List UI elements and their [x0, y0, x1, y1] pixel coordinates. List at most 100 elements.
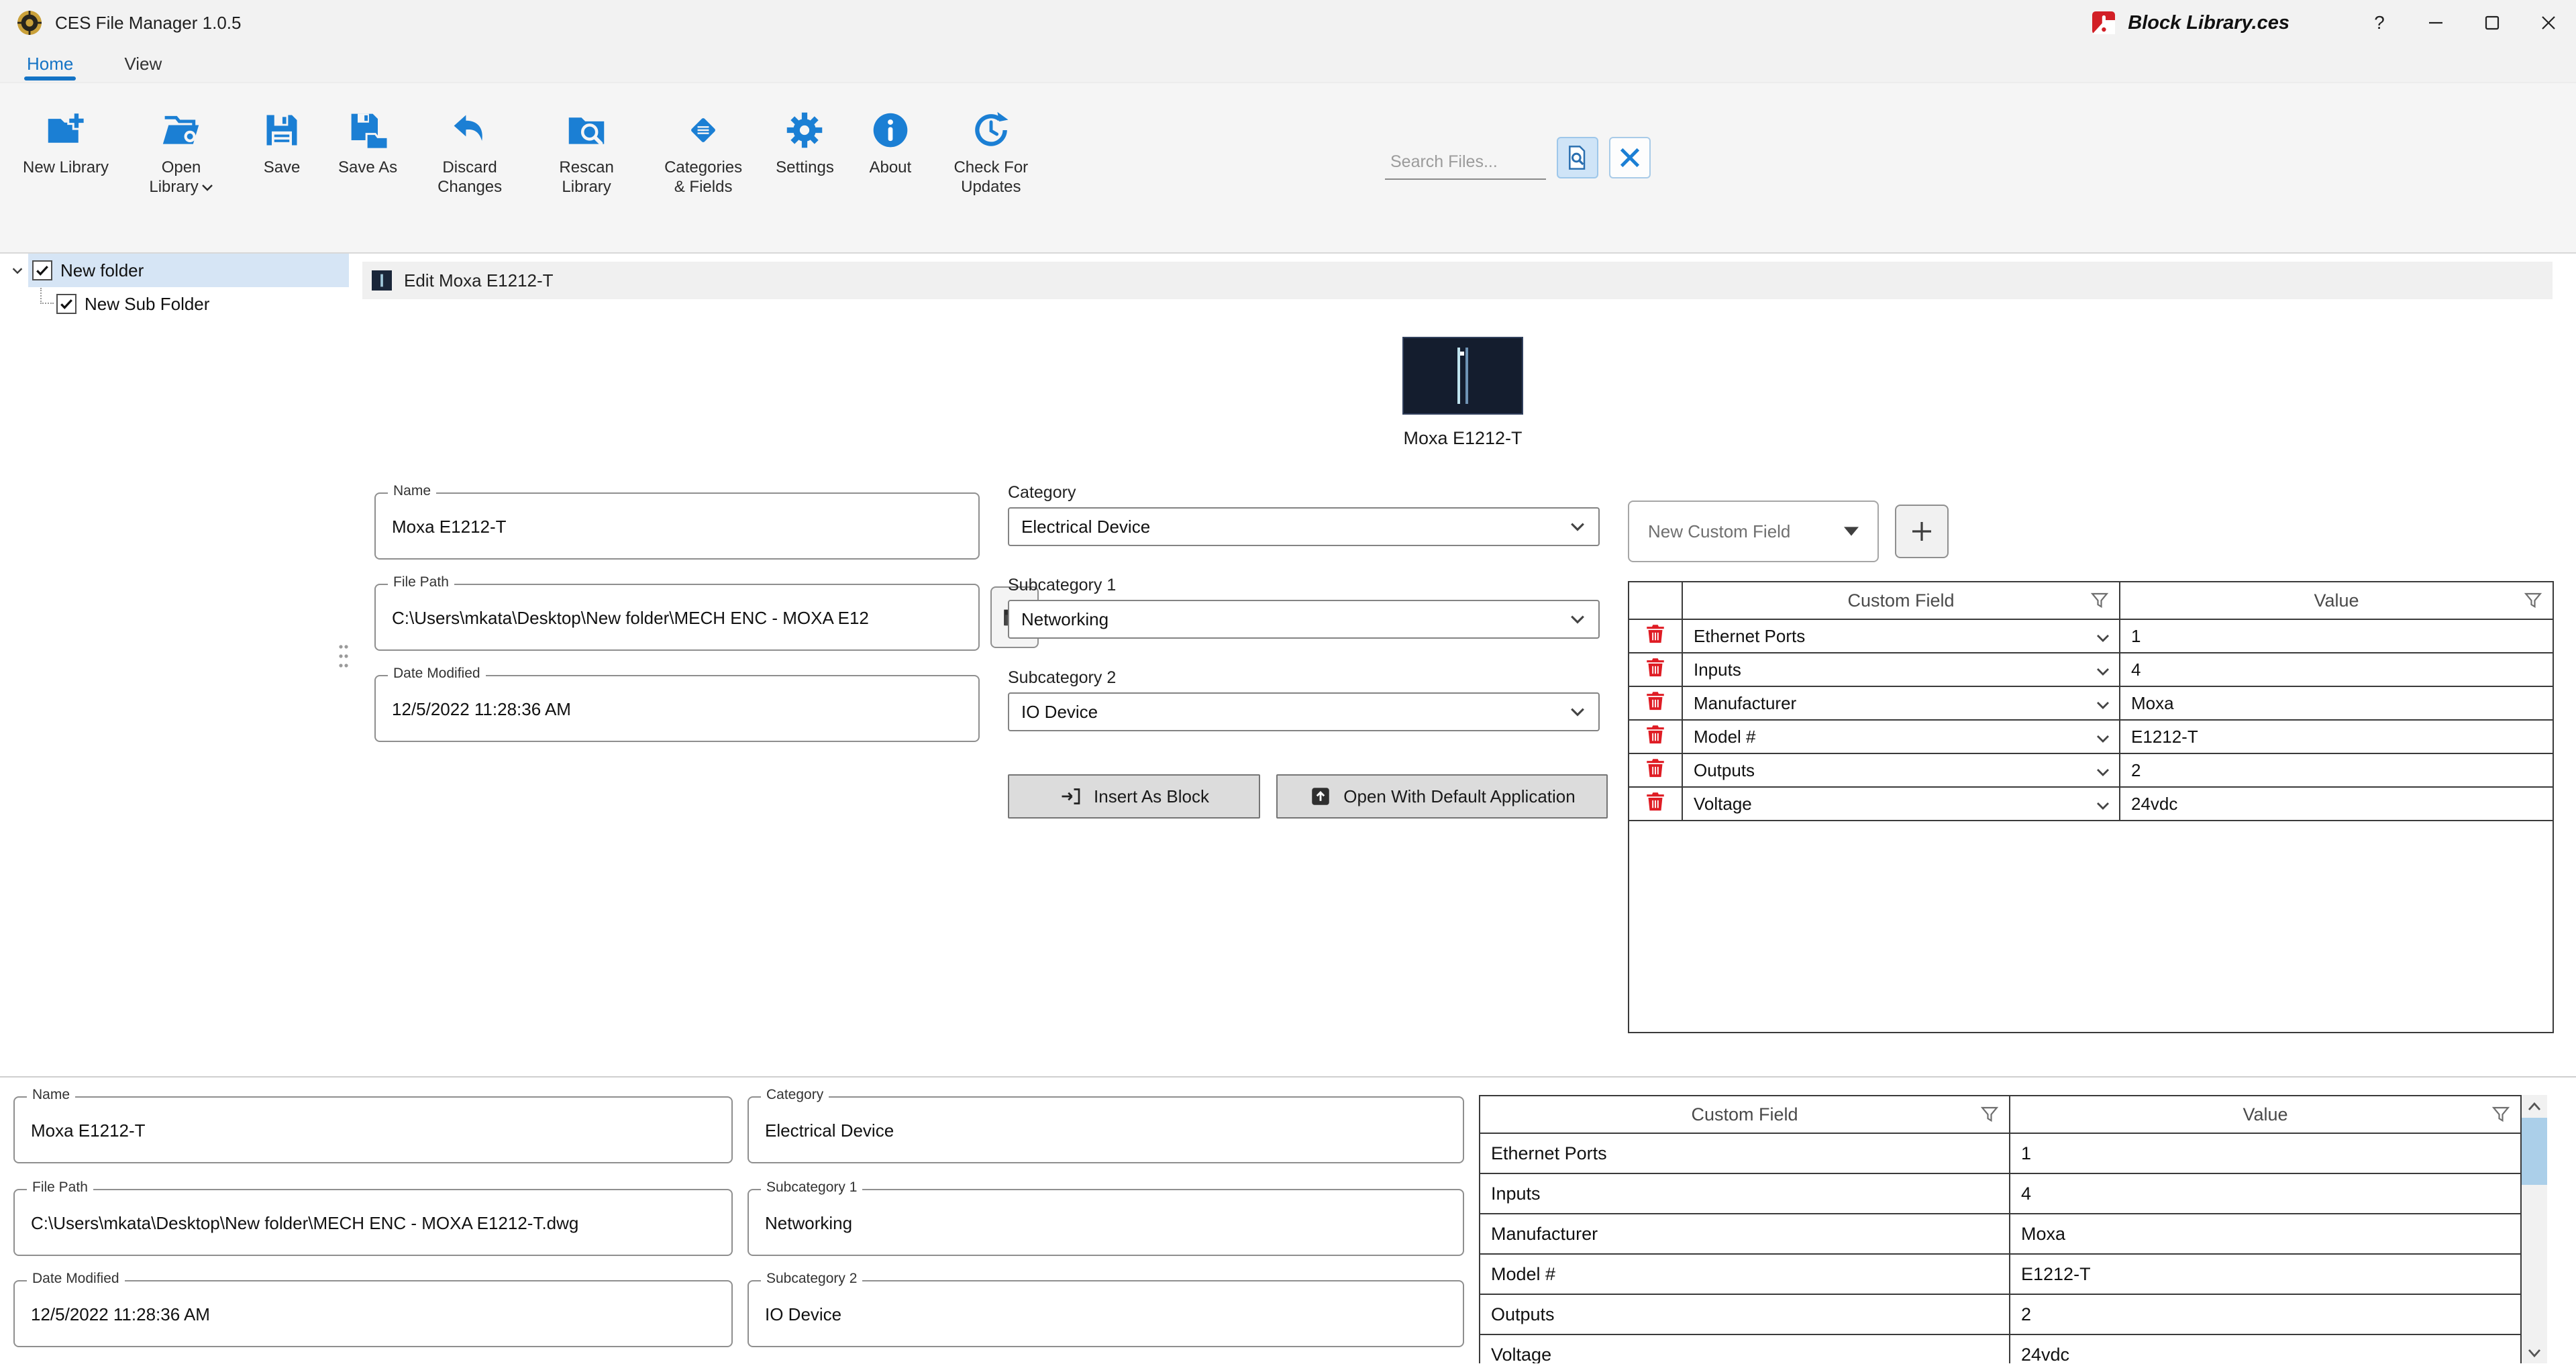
tree-item-new-folder[interactable]: New folder: [0, 254, 349, 287]
custom-field-select[interactable]: Model #: [1683, 721, 2120, 753]
chevron-down-icon: [1570, 707, 1585, 717]
toolbar-button-discard-changes[interactable]: Discard Changes: [416, 105, 523, 203]
toolbar-button-save-as[interactable]: Save As: [329, 105, 407, 183]
custom-field-select[interactable]: Voltage: [1683, 788, 2120, 820]
chevron-down-icon: [2096, 760, 2110, 781]
details-field-name[interactable]: Outputs: [1480, 1295, 2010, 1334]
details-name-field[interactable]: Name Moxa E1212-T: [13, 1096, 733, 1163]
details-field-value[interactable]: Moxa: [2010, 1214, 2520, 1253]
subcategory1-select[interactable]: Networking: [1008, 600, 1600, 639]
checkbox-checked[interactable]: [56, 294, 76, 314]
tab-home[interactable]: Home: [24, 46, 76, 82]
details-field-value[interactable]: 1: [2010, 1134, 2520, 1173]
library-name: Block Library.ces: [2128, 12, 2289, 34]
close-icon: [2540, 15, 2557, 31]
folder-tree-panel: New folderNew Sub Folder: [0, 254, 349, 1075]
custom-field-value[interactable]: Moxa: [2120, 687, 2553, 719]
search-input[interactable]: [1385, 145, 1546, 180]
custom-field-select[interactable]: Outputs: [1683, 754, 2120, 786]
details-field-value[interactable]: 2: [2010, 1295, 2520, 1334]
filter-icon[interactable]: [2491, 1104, 2511, 1124]
toolbar-button-about[interactable]: About: [853, 105, 928, 183]
delete-field-button[interactable]: [1629, 653, 1683, 686]
delete-field-button[interactable]: [1629, 788, 1683, 820]
chevron-down-icon: [1570, 522, 1585, 531]
block-preview-image[interactable]: [1402, 337, 1523, 415]
details-subcategory2-field[interactable]: Subcategory 2 IO Device: [748, 1280, 1464, 1347]
insert-as-block-button[interactable]: Insert As Block: [1008, 774, 1260, 819]
custom-field-select[interactable]: Inputs: [1683, 653, 2120, 686]
chevron-down-icon: [2096, 727, 2110, 747]
custom-field-column-header: Custom Field: [1683, 582, 2120, 619]
toolbar-button-label: Save As: [338, 158, 397, 178]
delete-field-button[interactable]: [1629, 754, 1683, 786]
minimize-button[interactable]: [2408, 0, 2464, 46]
toolbar-button-save[interactable]: Save: [244, 105, 319, 183]
details-category-field[interactable]: Category Electrical Device: [748, 1096, 1464, 1163]
details-field-name[interactable]: Voltage: [1480, 1335, 2010, 1363]
tab-view[interactable]: View: [121, 46, 164, 82]
open-with-default-label: Open With Default Application: [1343, 786, 1575, 807]
tree-item-new-sub-folder[interactable]: New Sub Folder: [0, 287, 349, 321]
details-date-modified-field[interactable]: Date Modified 12/5/2022 11:28:36 AM: [13, 1280, 733, 1347]
trash-icon: [1644, 622, 1667, 650]
toolbar-button-categories-fields[interactable]: Categories & Fields: [650, 105, 757, 203]
details-field-name[interactable]: Inputs: [1480, 1174, 2010, 1213]
help-button[interactable]: ?: [2351, 0, 2408, 46]
open-with-default-button[interactable]: Open With Default Application: [1276, 774, 1608, 819]
custom-field-value[interactable]: 24vdc: [2120, 788, 2553, 820]
clear-search-button[interactable]: [1609, 137, 1651, 178]
toolbar-button-new-library[interactable]: New Library: [13, 105, 118, 183]
name-field[interactable]: Name Moxa E1212-T: [374, 492, 980, 560]
details-field-value[interactable]: 4: [2010, 1174, 2520, 1213]
toolbar-button-settings[interactable]: Settings: [766, 105, 843, 183]
details-field-name[interactable]: Model #: [1480, 1255, 2010, 1294]
details-field-name[interactable]: Ethernet Ports: [1480, 1134, 2010, 1173]
date-modified-field[interactable]: Date Modified 12/5/2022 11:28:36 AM: [374, 675, 980, 742]
delete-field-button[interactable]: [1629, 620, 1683, 652]
details-vertical-scrollbar[interactable]: [2522, 1095, 2547, 1363]
editor-panel: Edit Moxa E1212-T Moxa E1212-T Name Moxa…: [349, 254, 2576, 1052]
details-subcategory1-field[interactable]: Subcategory 1 Networking: [748, 1189, 1464, 1256]
details-field-row: ManufacturerMoxa: [1480, 1214, 2520, 1255]
close-button[interactable]: [2520, 0, 2576, 46]
details-category-value: Electrical Device: [765, 1120, 1452, 1141]
caret-down-icon[interactable]: [7, 260, 28, 281]
add-custom-field-button[interactable]: [1895, 505, 1949, 558]
toolbar-button-open-library[interactable]: Open Library: [127, 105, 235, 203]
delete-field-button[interactable]: [1629, 687, 1683, 719]
dropdown-arrow-icon: [1844, 527, 1859, 536]
plus-icon: [1908, 518, 1935, 545]
category-select[interactable]: Electrical Device: [1008, 507, 1600, 546]
custom-field-value[interactable]: 4: [2120, 653, 2553, 686]
file-path-field[interactable]: File Path C:\Users\mkata\Desktop\New fol…: [374, 584, 980, 651]
scroll-up-arrow[interactable]: [2522, 1095, 2547, 1118]
splitter-handle[interactable]: [337, 641, 350, 671]
filter-icon[interactable]: [2523, 590, 2543, 611]
new-custom-field-combo[interactable]: New Custom Field: [1628, 501, 1879, 562]
custom-field-value[interactable]: 2: [2120, 754, 2553, 786]
details-file-path-field[interactable]: File Path C:\Users\mkata\Desktop\New fol…: [13, 1189, 733, 1256]
subcategory2-select[interactable]: IO Device: [1008, 692, 1600, 731]
filter-icon[interactable]: [1979, 1104, 2000, 1124]
settings-gear-icon: [784, 110, 825, 150]
custom-field-value[interactable]: 1: [2120, 620, 2553, 652]
details-field-row: Outputs2: [1480, 1295, 2520, 1335]
toolbar-button-check-for-updates[interactable]: Check For Updates: [937, 105, 1045, 203]
search-button[interactable]: [1557, 137, 1598, 178]
scroll-down-arrow[interactable]: [2522, 1342, 2547, 1363]
maximize-button[interactable]: [2464, 0, 2520, 46]
details-field-value[interactable]: E1212-T: [2010, 1255, 2520, 1294]
custom-field-select[interactable]: Manufacturer: [1683, 687, 2120, 719]
vscroll-thumb[interactable]: [2522, 1118, 2547, 1185]
filter-icon[interactable]: [2090, 590, 2110, 611]
details-field-value[interactable]: 24vdc: [2010, 1335, 2520, 1363]
toolbar-button-rescan-library[interactable]: Rescan Library: [533, 105, 640, 203]
custom-field-select[interactable]: Ethernet Ports: [1683, 620, 2120, 652]
checkbox-checked[interactable]: [32, 260, 52, 280]
custom-field-value[interactable]: E1212-T: [2120, 721, 2553, 753]
preview-caption: Moxa E1212-T: [1315, 428, 1610, 449]
delete-field-button[interactable]: [1629, 721, 1683, 753]
details-field-name[interactable]: Manufacturer: [1480, 1214, 2010, 1253]
preview-detail: [1460, 352, 1464, 356]
